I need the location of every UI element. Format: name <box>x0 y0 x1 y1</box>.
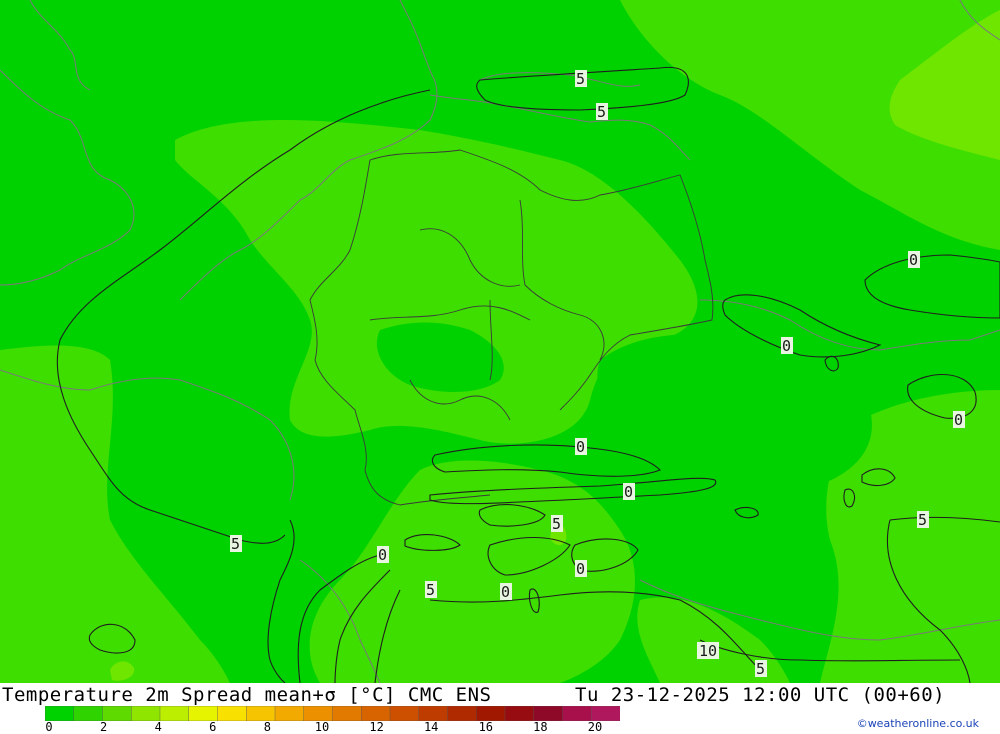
legend-swatch <box>504 706 535 721</box>
contour-label-0-central: 0 <box>575 438 587 456</box>
forecast-map: 5 5 0 0 0 0 0 5 5 0 5 0 0 5 10 5 <box>0 0 1000 683</box>
color-legend <box>45 706 620 721</box>
contour-label-0-alps-c: 0 <box>575 560 587 578</box>
legend-tick-label: 8 <box>263 720 272 734</box>
legend-swatch <box>73 706 103 721</box>
svg-text:0: 0 <box>782 337 791 355</box>
legend-tick-label: 18 <box>533 720 548 734</box>
contour-label-0-alps-b: 0 <box>500 583 512 601</box>
legend-tick-label: 16 <box>478 720 494 734</box>
legend-swatch <box>361 706 391 721</box>
legend-swatch <box>418 706 448 721</box>
contour-label-0-alps-a: 0 <box>377 546 389 564</box>
contour-label-0-south-a: 0 <box>623 483 635 501</box>
contour-label-5-alps-b: 5 <box>425 581 437 599</box>
legend-swatch <box>332 706 362 721</box>
legend-swatch <box>102 706 132 721</box>
legend-tick-label: 0 <box>45 720 53 734</box>
legend-swatch <box>562 706 592 721</box>
svg-text:10: 10 <box>699 642 717 660</box>
legend-swatch <box>159 706 190 721</box>
svg-text:0: 0 <box>378 546 387 564</box>
svg-text:5: 5 <box>231 535 240 553</box>
legend-swatch <box>533 706 563 721</box>
svg-text:5: 5 <box>426 581 435 599</box>
legend-swatch <box>188 706 218 721</box>
contour-label-5-balkan: 5 <box>755 660 767 678</box>
legend-tick-label: 14 <box>423 720 439 734</box>
legend-swatch <box>476 706 506 721</box>
contour-label-0-east-a: 0 <box>908 251 920 269</box>
legend-swatch <box>246 706 276 721</box>
legend-tick-label: 4 <box>154 720 162 734</box>
legend-tick-label: 10 <box>314 720 330 734</box>
legend-tick-label: 6 <box>209 720 217 734</box>
contour-label-5-alps-a: 5 <box>551 515 563 533</box>
contour-label-5-north-b: 5 <box>596 103 608 121</box>
legend-swatch <box>131 706 161 721</box>
svg-text:5: 5 <box>576 70 585 88</box>
contour-label-5-west: 5 <box>230 535 242 553</box>
credit-link[interactable]: ©weatheronline.co.uk <box>857 717 979 730</box>
legend-swatch <box>45 706 75 721</box>
svg-text:0: 0 <box>576 438 585 456</box>
contour-label-5-north-a: 5 <box>575 70 587 88</box>
svg-text:5: 5 <box>597 103 606 121</box>
legend-swatch <box>591 706 620 721</box>
svg-text:0: 0 <box>576 560 585 578</box>
contour-label-0-east-b: 0 <box>781 337 793 355</box>
svg-text:5: 5 <box>918 511 927 529</box>
legend-swatch <box>389 706 420 721</box>
svg-text:0: 0 <box>501 583 510 601</box>
legend-swatch <box>217 706 247 721</box>
legend-swatch <box>303 706 333 721</box>
svg-text:5: 5 <box>756 660 765 678</box>
svg-text:0: 0 <box>624 483 633 501</box>
legend-tick-label: 12 <box>369 720 384 734</box>
contour-label-0-east-c: 0 <box>953 411 965 429</box>
legend-swatch <box>274 706 305 721</box>
legend-tick-label: 2 <box>99 720 108 734</box>
svg-text:5: 5 <box>552 515 561 533</box>
contour-label-10-balkan: 10 <box>697 642 719 660</box>
svg-text:0: 0 <box>909 251 918 269</box>
contour-label-5-southeast: 5 <box>917 511 929 529</box>
svg-text:0: 0 <box>954 411 963 429</box>
legend-swatch <box>447 706 477 721</box>
forecast-datetime: Tu 23-12-2025 12:00 UTC (00+60) <box>575 684 946 706</box>
map-canvas: 5 5 0 0 0 0 0 5 5 0 5 0 0 5 10 5 <box>0 0 1000 683</box>
legend-tick-label: 20 <box>587 720 603 734</box>
map-title: Temperature 2m Spread mean+σ [°C] CMC EN… <box>2 684 492 706</box>
